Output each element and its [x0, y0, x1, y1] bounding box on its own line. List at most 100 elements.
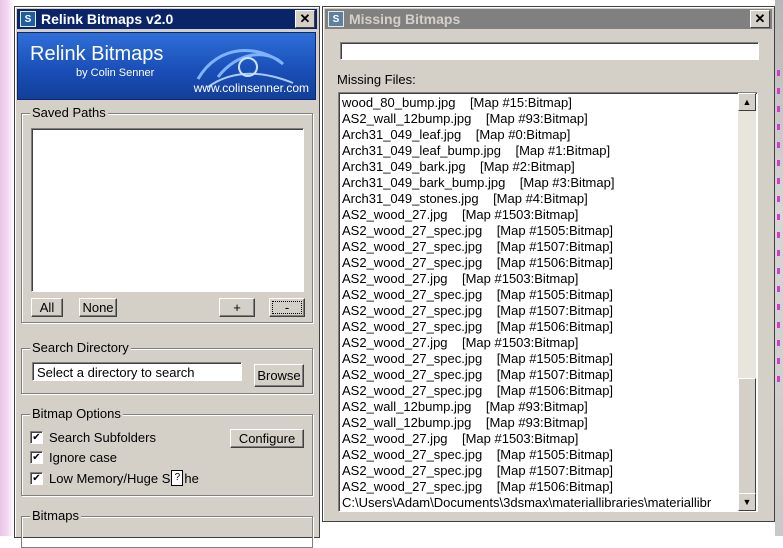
- remove-path-button[interactable]: -: [269, 298, 305, 317]
- map-ref: [Map #1505:Bitmap]: [496, 287, 614, 302]
- relink-window-title: Relink Bitmaps v2.0: [41, 11, 174, 27]
- map-ref: [Map #93:Bitmap]: [485, 415, 588, 430]
- list-item[interactable]: Arch31_049_leaf.jpg [Map #0:Bitmap]: [342, 127, 614, 143]
- bitmap-options-label: Bitmap Options: [30, 406, 123, 421]
- file-name: Arch31_049_bark_bump.jpg: [342, 175, 506, 190]
- list-item[interactable]: AS2_wood_27_spec.jpg [Map #1507:Bitmap]: [342, 239, 614, 255]
- list-item[interactable]: AS2_wood_27_spec.jpg [Map #1506:Bitmap]: [342, 319, 614, 335]
- list-item[interactable]: AS2_wood_27_spec.jpg [Map #1505:Bitmap]: [342, 287, 614, 303]
- file-name: AS2_wall_12bump.jpg: [342, 415, 472, 430]
- search-subfolders-label: Search Subfolders: [49, 430, 156, 445]
- list-item[interactable]: AS2_wall_12bump.jpg [Map #93:Bitmap]: [342, 111, 614, 127]
- file-name: AS2_wood_27.jpg: [342, 335, 448, 350]
- file-name: AS2_wood_27_spec.jpg: [342, 223, 483, 238]
- help-cursor-icon: ?: [171, 470, 184, 486]
- search-directory-label: Search Directory: [30, 340, 131, 355]
- map-ref: [Map #15:Bitmap]: [469, 95, 572, 110]
- list-item[interactable]: Arch31_049_leaf_bump.jpg [Map #1:Bitmap]: [342, 143, 614, 159]
- low-memory-label-tail: he: [184, 470, 199, 486]
- banner-url: www.colinsenner.com: [193, 81, 309, 95]
- vertical-scrollbar[interactable]: ▲ ▼: [738, 93, 756, 511]
- low-memory-checkbox[interactable]: ✔: [30, 471, 43, 485]
- map-ref: [Map #1505:Bitmap]: [496, 447, 614, 462]
- file-name: AS2_wood_27_spec.jpg: [342, 383, 483, 398]
- relink-titlebar[interactable]: S Relink Bitmaps v2.0 ✕: [17, 9, 317, 29]
- select-none-button[interactable]: None: [79, 298, 117, 317]
- list-item[interactable]: AS2_wood_27.jpg [Map #1503:Bitmap]: [342, 207, 614, 223]
- missing-titlebar[interactable]: S Missing Bitmaps ✕: [325, 9, 772, 29]
- map-ref: [Map #1507:Bitmap]: [496, 367, 614, 382]
- background-geometry: [777, 70, 780, 390]
- list-item[interactable]: AS2_wood_27_spec.jpg [Map #1507:Bitmap]: [342, 463, 614, 479]
- map-ref: [Map #1507:Bitmap]: [496, 239, 614, 254]
- list-item[interactable]: AS2_wood_27_spec.jpg [Map #1507:Bitmap]: [342, 367, 614, 383]
- list-item[interactable]: AS2_wall_12bump.jpg [Map #93:Bitmap]: [342, 415, 614, 431]
- scroll-down-icon[interactable]: ▼: [738, 493, 756, 511]
- ignore-case-option[interactable]: ✔ Ignore case: [30, 450, 117, 465]
- browse-button[interactable]: Browse: [254, 364, 304, 387]
- configure-button[interactable]: Configure: [230, 429, 304, 448]
- list-item[interactable]: AS2_wood_27.jpg [Map #1503:Bitmap]: [342, 431, 614, 447]
- file-name: AS2_wood_27.jpg: [342, 431, 448, 446]
- map-ref: [Map #0:Bitmap]: [475, 127, 571, 142]
- saved-paths-list[interactable]: [31, 128, 304, 292]
- scrollbar-thumb[interactable]: [738, 378, 756, 496]
- list-item[interactable]: AS2_wood_27_spec.jpg [Map #1506:Bitmap]: [342, 255, 614, 271]
- list-item[interactable]: Arch31_049_bark.jpg [Map #2:Bitmap]: [342, 159, 614, 175]
- list-item[interactable]: AS2_wood_27.jpg [Map #1503:Bitmap]: [342, 335, 614, 351]
- list-item[interactable]: AS2_wood_27_spec.jpg [Map #1505:Bitmap]: [342, 447, 614, 463]
- file-name: AS2_wall_12bump.jpg: [342, 111, 472, 126]
- file-name: AS2_wood_27_spec.jpg: [342, 319, 483, 334]
- search-directory-field[interactable]: Select a directory to search: [32, 362, 242, 381]
- app-icon: S: [20, 11, 36, 27]
- list-item[interactable]: AS2_wall_12bump.jpg [Map #93:Bitmap]: [342, 399, 614, 415]
- saved-paths-label: Saved Paths: [30, 105, 108, 120]
- list-item[interactable]: Arch31_049_bark_bump.jpg [Map #3:Bitmap]: [342, 175, 614, 191]
- map-ref: [Map #1503:Bitmap]: [461, 335, 579, 350]
- file-name: AS2_wood_27_spec.jpg: [342, 239, 483, 254]
- banner-logo: Relink Bitmaps by Colin Senner www.colin…: [17, 32, 316, 100]
- list-item[interactable]: Arch31_049_stones.jpg [Map #4:Bitmap]: [342, 191, 614, 207]
- map-ref: [Map #1503:Bitmap]: [461, 431, 579, 446]
- list-item[interactable]: AS2_wood_27_spec.jpg [Map #1507:Bitmap]: [342, 303, 614, 319]
- background-viewport-right: [775, 0, 783, 536]
- search-subfolders-option[interactable]: ✔ Search Subfolders: [30, 430, 156, 445]
- close-icon[interactable]: ✕: [295, 10, 315, 28]
- missing-files-label: Missing Files:: [337, 72, 416, 87]
- file-name: AS2_wood_27.jpg: [342, 271, 448, 286]
- scroll-up-icon[interactable]: ▲: [738, 93, 756, 111]
- select-all-button[interactable]: All: [31, 298, 63, 317]
- list-item[interactable]: AS2_wood_27.jpg [Map #1503:Bitmap]: [342, 271, 614, 287]
- app-icon: S: [328, 11, 344, 27]
- file-name: AS2_wall_12bump.jpg: [342, 399, 472, 414]
- file-name: Arch31_049_bark.jpg: [342, 159, 466, 174]
- list-item[interactable]: wood_80_bump.jpg [Map #15:Bitmap]: [342, 95, 614, 111]
- missing-files-list[interactable]: wood_80_bump.jpg [Map #15:Bitmap] AS2_wal…: [338, 92, 758, 512]
- list-item[interactable]: AS2_wood_27_spec.jpg [Map #1506:Bitmap]: [342, 383, 614, 399]
- list-item[interactable]: AS2_wood_27_spec.jpg [Map #1506:Bitmap]: [342, 479, 614, 495]
- add-path-button[interactable]: +: [219, 298, 255, 317]
- map-ref: [Map #93:Bitmap]: [485, 399, 588, 414]
- list-item[interactable]: AS2_wood_27_spec.jpg [Map #1505:Bitmap]: [342, 223, 614, 239]
- search-subfolders-checkbox[interactable]: ✔: [30, 431, 43, 444]
- map-ref: [Map #1503:Bitmap]: [461, 207, 579, 222]
- low-memory-option[interactable]: ✔ Low Memory/Huge S ? he: [30, 470, 199, 486]
- close-icon[interactable]: ✕: [750, 10, 770, 28]
- list-item[interactable]: AS2_wood_27_spec.jpg [Map #1505:Bitmap]: [342, 351, 614, 367]
- ignore-case-checkbox[interactable]: ✔: [30, 451, 43, 464]
